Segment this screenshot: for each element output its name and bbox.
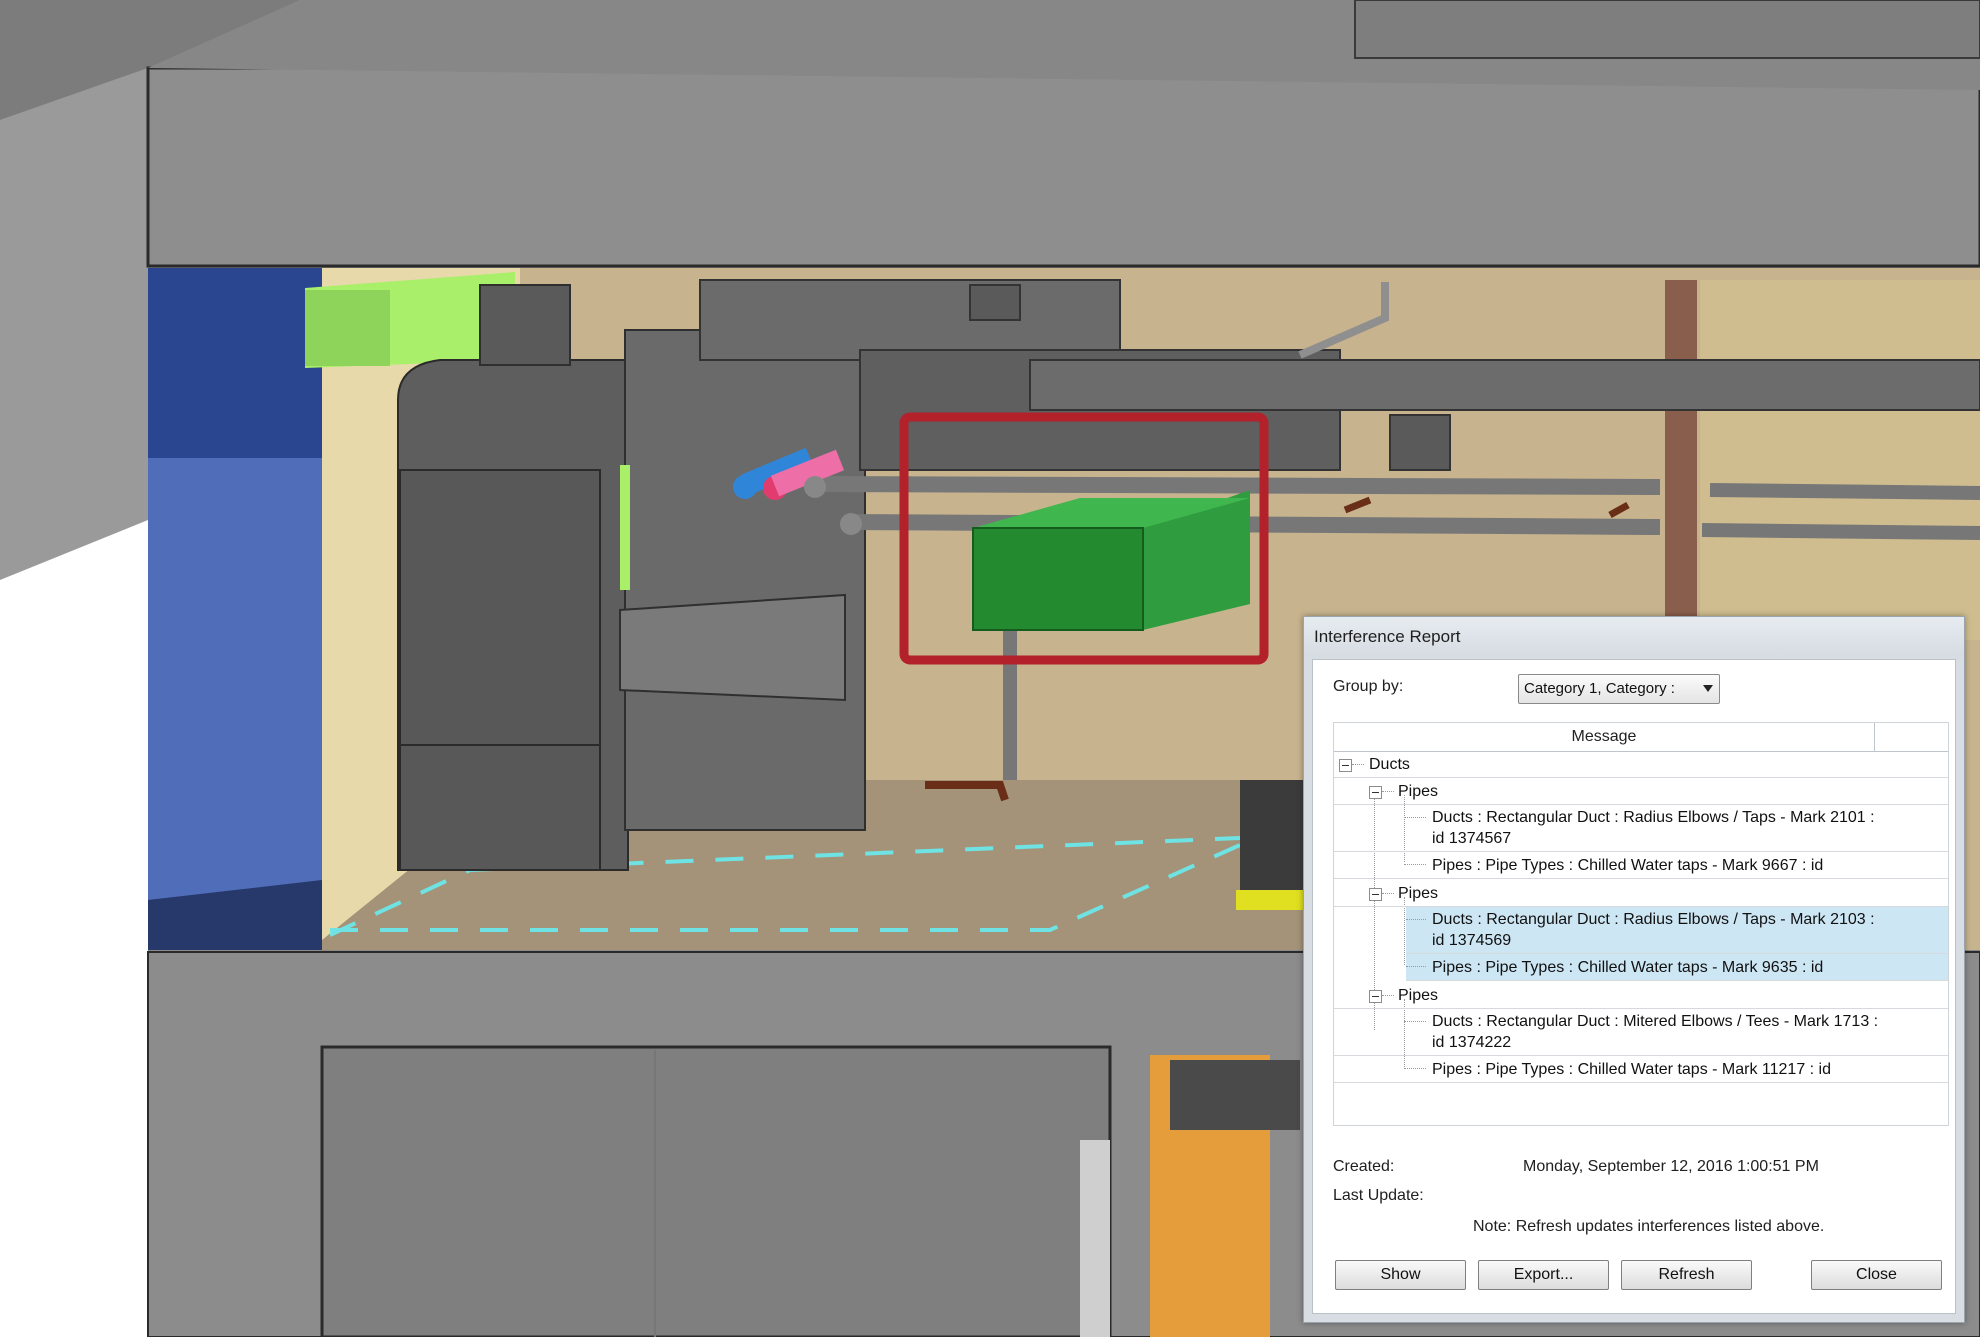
show-button[interactable]: Show <box>1335 1260 1466 1290</box>
tree-row-pipe-9667[interactable]: Pipes : Pipe Types : Chilled Water taps … <box>1334 852 1948 879</box>
export-button[interactable]: Export... <box>1478 1260 1609 1290</box>
tree-row-pipes-3[interactable]: Pipes <box>1334 982 1948 1009</box>
chevron-down-icon[interactable] <box>1703 685 1713 692</box>
tree-row-pipe-9635[interactable]: Pipes : Pipe Types : Chilled Water taps … <box>1406 954 1948 981</box>
dialog-title: Interference Report <box>1314 627 1461 646</box>
interference-report-dialog: Interference Report Group by: Category 1… <box>1303 616 1965 1323</box>
interference-tree-list[interactable]: Message Ducts Pipes Ducts : Rectangular … <box>1333 722 1949 1126</box>
refresh-button[interactable]: Refresh <box>1621 1260 1752 1290</box>
dialog-title-bar[interactable]: Interference Report <box>1304 617 1964 655</box>
tree-row-pipes-1[interactable]: Pipes <box>1334 778 1948 805</box>
tree-row-ducts[interactable]: Ducts <box>1334 751 1948 778</box>
collapse-toggle-icon[interactable] <box>1369 786 1382 799</box>
column-header-extra[interactable] <box>1875 723 1948 751</box>
collapse-toggle-icon[interactable] <box>1369 990 1382 1003</box>
created-label: Created: <box>1333 1158 1395 1175</box>
tree-row-duct-1713[interactable]: Ducts : Rectangular Duct : Mitered Elbow… <box>1334 1009 1948 1056</box>
collapse-toggle-icon[interactable] <box>1369 888 1382 901</box>
tree-row-duct-2103[interactable]: Ducts : Rectangular Duct : Radius Elbows… <box>1406 907 1948 954</box>
list-header: Message <box>1334 723 1948 752</box>
tree-row-duct-2101[interactable]: Ducts : Rectangular Duct : Radius Elbows… <box>1334 805 1948 852</box>
group-by-value: Category 1, Category : <box>1524 680 1675 697</box>
group-by-label: Group by: <box>1333 678 1404 695</box>
tree-connector <box>1404 897 1405 965</box>
tree-row-pipes-2[interactable]: Pipes <box>1334 880 1948 907</box>
close-button[interactable]: Close <box>1811 1260 1942 1290</box>
last-update-label: Last Update: <box>1333 1187 1424 1204</box>
group-by-select[interactable]: Category 1, Category : <box>1518 674 1720 704</box>
collapse-toggle-icon[interactable] <box>1339 759 1352 772</box>
dialog-body: Group by: Category 1, Category : Message… <box>1312 659 1956 1314</box>
tree-row-pipe-11217[interactable]: Pipes : Pipe Types : Chilled Water taps … <box>1334 1056 1948 1083</box>
refresh-note: Note: Refresh updates interferences list… <box>1473 1218 1825 1235</box>
column-header-message[interactable]: Message <box>1334 723 1875 751</box>
created-value: Monday, September 12, 2016 1:00:51 PM <box>1523 1158 1819 1175</box>
